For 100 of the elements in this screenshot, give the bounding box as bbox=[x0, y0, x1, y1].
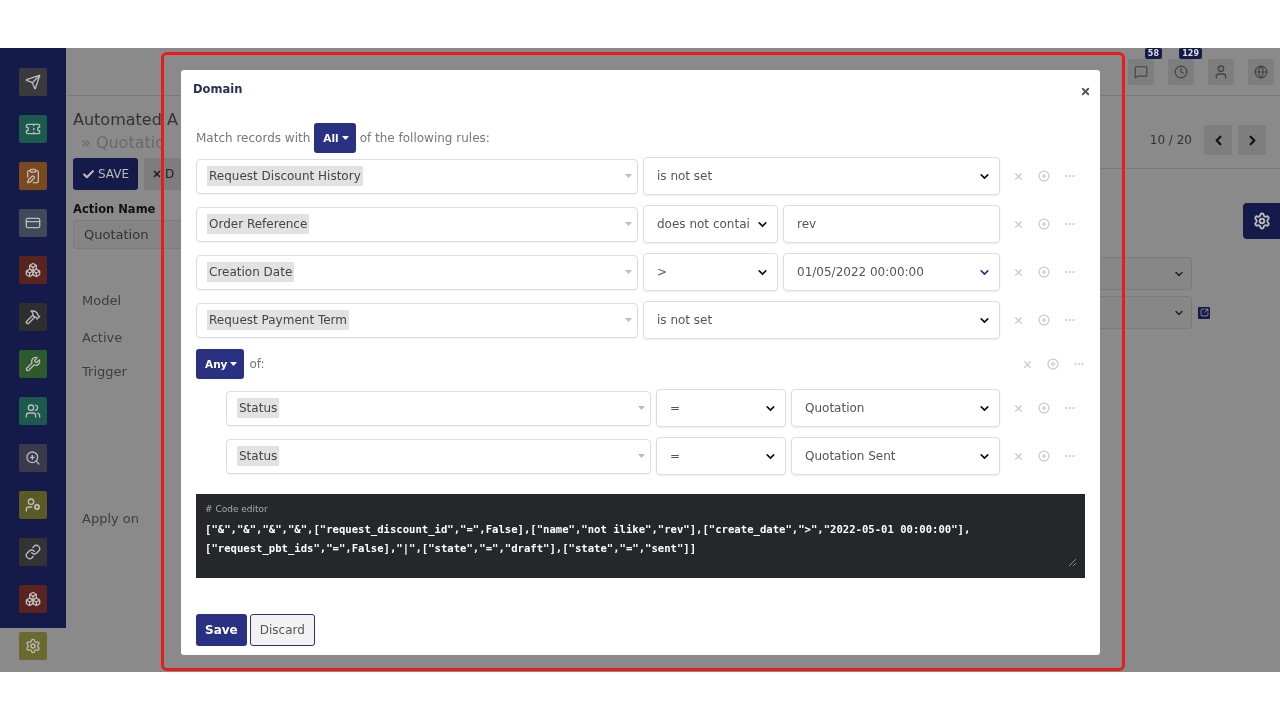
resize-grip-icon[interactable] bbox=[1069, 559, 1076, 566]
settings-button[interactable] bbox=[1243, 203, 1280, 239]
add-icon[interactable] bbox=[1038, 170, 1050, 182]
pager-text: 10 / 20 bbox=[1149, 133, 1192, 147]
caret-icon bbox=[625, 270, 632, 274]
page-title: Automated A bbox=[73, 110, 179, 129]
delete-icon[interactable] bbox=[1013, 218, 1024, 230]
users-icon bbox=[25, 403, 41, 419]
discard-button[interactable]: D bbox=[144, 158, 181, 190]
boxes-icon bbox=[25, 262, 41, 278]
app-tile[interactable] bbox=[19, 585, 47, 613]
dialog-title: Domain bbox=[193, 82, 243, 96]
settings-icon bbox=[25, 638, 41, 654]
value-select[interactable]: Quotation bbox=[791, 389, 1000, 427]
caret-icon bbox=[638, 454, 645, 458]
save-button[interactable]: SAVE bbox=[73, 158, 139, 190]
app-tile[interactable] bbox=[19, 115, 47, 143]
form-label: Model bbox=[82, 293, 123, 310]
operator-select[interactable]: > bbox=[643, 253, 778, 291]
app-tile[interactable] bbox=[19, 209, 47, 237]
settings-icon bbox=[1252, 212, 1271, 230]
wrench-icon bbox=[25, 356, 41, 372]
add-icon[interactable] bbox=[1047, 358, 1059, 370]
form-label: Active bbox=[82, 330, 124, 347]
delete-icon[interactable] bbox=[1013, 450, 1024, 462]
magnifier-icon bbox=[25, 450, 41, 466]
hammer-icon bbox=[25, 309, 41, 325]
caret-icon bbox=[341, 136, 349, 140]
app-tile[interactable] bbox=[19, 350, 47, 378]
any-dropdown[interactable]: Any bbox=[196, 349, 245, 379]
app-tile[interactable] bbox=[19, 444, 47, 472]
close-button[interactable] bbox=[1080, 86, 1091, 97]
caret-icon bbox=[625, 222, 632, 226]
operator-select[interactable]: is not set bbox=[643, 301, 1000, 339]
form-label: Apply on bbox=[82, 511, 141, 528]
ticket-icon bbox=[25, 121, 41, 137]
avatar-button[interactable] bbox=[1208, 58, 1234, 85]
editor-label: # Code editor bbox=[205, 504, 269, 514]
caret-icon bbox=[638, 406, 645, 410]
add-icon[interactable] bbox=[1038, 402, 1050, 414]
date-field[interactable]: 01/05/2022 00:00:00 bbox=[783, 253, 1000, 291]
external-link-button[interactable] bbox=[1198, 306, 1210, 319]
language-button[interactable] bbox=[1248, 58, 1274, 85]
operator-select[interactable]: is not set bbox=[643, 157, 1000, 195]
discard-button[interactable]: Discard bbox=[249, 614, 315, 646]
add-icon[interactable] bbox=[1038, 266, 1050, 278]
operator-select[interactable]: = bbox=[656, 389, 786, 427]
field-label: Action Name bbox=[73, 202, 157, 216]
count-badge: 58 bbox=[1144, 47, 1162, 59]
field-select[interactable]: Status bbox=[226, 438, 651, 474]
code-editor[interactable] bbox=[196, 494, 1085, 578]
app-tile[interactable] bbox=[19, 162, 47, 190]
delete-icon[interactable] bbox=[1013, 314, 1024, 326]
action-name-field[interactable]: Quotation bbox=[73, 220, 181, 249]
previous-button[interactable] bbox=[1204, 125, 1232, 155]
field-select[interactable]: Status bbox=[226, 390, 651, 426]
paper-plane-icon bbox=[25, 74, 41, 90]
all-dropdown[interactable]: All bbox=[314, 123, 356, 153]
add-icon[interactable] bbox=[1038, 314, 1050, 326]
operator-select[interactable]: does not contai bbox=[643, 205, 778, 243]
chat-icon bbox=[1134, 64, 1148, 79]
user-gear-icon bbox=[25, 497, 41, 513]
value-select[interactable]: Quotation Sent bbox=[791, 437, 1000, 475]
check-icon bbox=[82, 167, 95, 181]
app-tile[interactable] bbox=[19, 491, 47, 519]
field-select[interactable]: Request Payment Term bbox=[196, 302, 638, 338]
delete-icon[interactable] bbox=[1013, 170, 1024, 182]
trigger-select[interactable] bbox=[1100, 296, 1192, 329]
clipboard-icon bbox=[25, 168, 41, 184]
person-icon bbox=[1213, 63, 1229, 80]
caret-icon bbox=[625, 318, 632, 322]
field-select[interactable]: Creation Date bbox=[196, 254, 638, 290]
activity-button[interactable] bbox=[1168, 58, 1194, 85]
delete-icon[interactable] bbox=[1013, 402, 1024, 414]
app-tile[interactable] bbox=[19, 538, 47, 566]
count-badge: 129 bbox=[1179, 47, 1202, 59]
field-select[interactable]: Order Reference bbox=[196, 206, 638, 242]
caret-icon bbox=[625, 174, 632, 178]
card-icon bbox=[25, 215, 41, 231]
next-button[interactable] bbox=[1238, 125, 1266, 155]
app-tile[interactable] bbox=[19, 303, 47, 331]
code-line: ["&","&","&","&",["request_discount_id","=",False],["name","not ilike","rev"],["create_date",">","2022-05-01 00:00:00"], bbox=[205, 522, 972, 538]
chat-button[interactable] bbox=[1128, 58, 1154, 85]
close-icon bbox=[1080, 86, 1091, 97]
match-label: of the following rules: bbox=[359, 131, 490, 145]
add-icon[interactable] bbox=[1038, 450, 1050, 462]
field-select[interactable]: Request Discount History bbox=[196, 158, 638, 194]
app-tile[interactable] bbox=[19, 632, 47, 660]
save-button[interactable]: Save bbox=[196, 614, 247, 646]
value-field[interactable]: rev bbox=[783, 205, 1000, 243]
app-tile[interactable] bbox=[19, 256, 47, 284]
clock-icon bbox=[1174, 64, 1188, 79]
add-icon[interactable] bbox=[1038, 218, 1050, 230]
delete-icon[interactable] bbox=[1022, 358, 1033, 370]
caret-icon bbox=[230, 362, 238, 366]
app-tile[interactable] bbox=[19, 68, 47, 96]
app-tile[interactable] bbox=[19, 397, 47, 425]
operator-select[interactable]: = bbox=[656, 437, 786, 475]
delete-icon[interactable] bbox=[1013, 266, 1024, 278]
model-select[interactable] bbox=[1100, 257, 1192, 290]
